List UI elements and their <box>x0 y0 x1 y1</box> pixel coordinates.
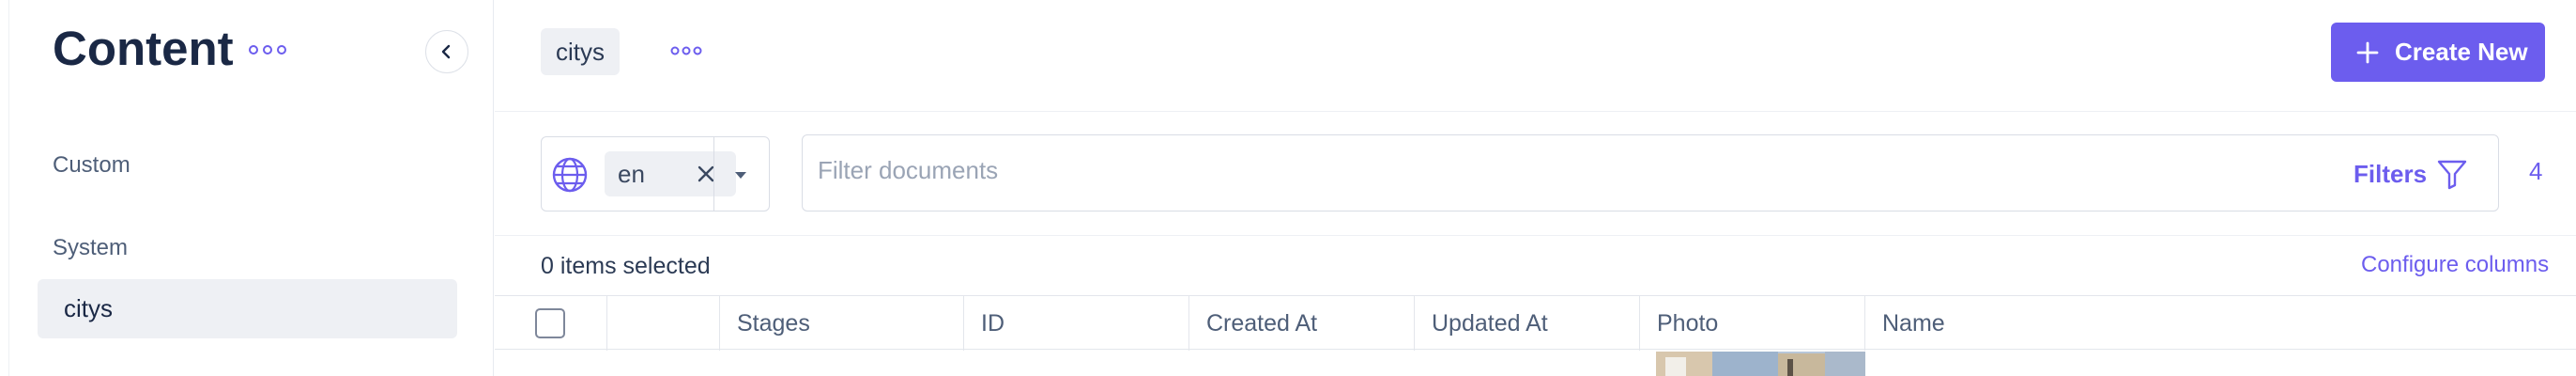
sidebar-item-label: citys <box>64 294 113 322</box>
main-content: citys Create New en Filter documents Fil… <box>495 0 2576 376</box>
locale-tag-label: en <box>618 160 645 188</box>
breadcrumb[interactable]: citys <box>541 28 620 75</box>
left-gutter <box>0 0 9 376</box>
select-all-checkbox[interactable] <box>535 308 565 338</box>
filters-label: Filters <box>2354 159 2428 188</box>
search-input[interactable] <box>818 156 2132 185</box>
column-header-id[interactable]: ID <box>964 296 1189 351</box>
photo-thumbnail <box>1656 352 1865 376</box>
column-header-name[interactable]: Name <box>1865 296 2576 351</box>
globe-icon <box>552 157 588 193</box>
results-count: 4 <box>2529 157 2543 185</box>
plus-icon <box>2356 41 2379 63</box>
filters-button[interactable]: Filters <box>2354 156 2468 192</box>
app: Content Custom System citys citys Create… <box>0 0 2576 376</box>
chevron-left-icon <box>441 44 451 59</box>
sidebar-item-citys[interactable]: citys <box>38 279 457 338</box>
sidebar-section-system: System <box>53 235 129 260</box>
column-header-blank <box>607 296 720 351</box>
search-bar: Filters <box>802 134 2499 212</box>
more-options-icon[interactable] <box>247 43 288 56</box>
more-options-icon[interactable] <box>669 45 703 56</box>
sidebar-title: Content <box>53 22 234 75</box>
locale-select[interactable]: en <box>541 136 770 212</box>
divider <box>713 137 714 211</box>
table-header: Stages ID Created At Updated At Photo Na… <box>495 295 2576 351</box>
configure-columns-link[interactable]: Configure columns <box>2361 252 2549 278</box>
filter-icon <box>2437 160 2467 190</box>
column-header-updated-at[interactable]: Updated At <box>1415 296 1640 351</box>
create-new-button[interactable]: Create New <box>2331 23 2545 82</box>
header: citys Create New <box>495 0 2576 112</box>
locale-tag: en <box>605 151 736 196</box>
sidebar-section-custom: Custom <box>53 152 130 178</box>
column-header-select <box>495 296 607 351</box>
items-selected-text: 0 items selected <box>541 253 711 279</box>
selection-bar: 0 items selected Configure columns <box>495 235 2576 295</box>
create-new-label: Create New <box>2395 38 2528 66</box>
sidebar: Content Custom System citys <box>9 0 494 376</box>
column-header-photo[interactable]: Photo <box>1640 296 1865 351</box>
collapse-sidebar-button[interactable] <box>425 30 468 73</box>
column-header-stages[interactable]: Stages <box>720 296 964 351</box>
column-header-created-at[interactable]: Created At <box>1189 296 1415 351</box>
caret-down-icon[interactable] <box>731 165 750 184</box>
